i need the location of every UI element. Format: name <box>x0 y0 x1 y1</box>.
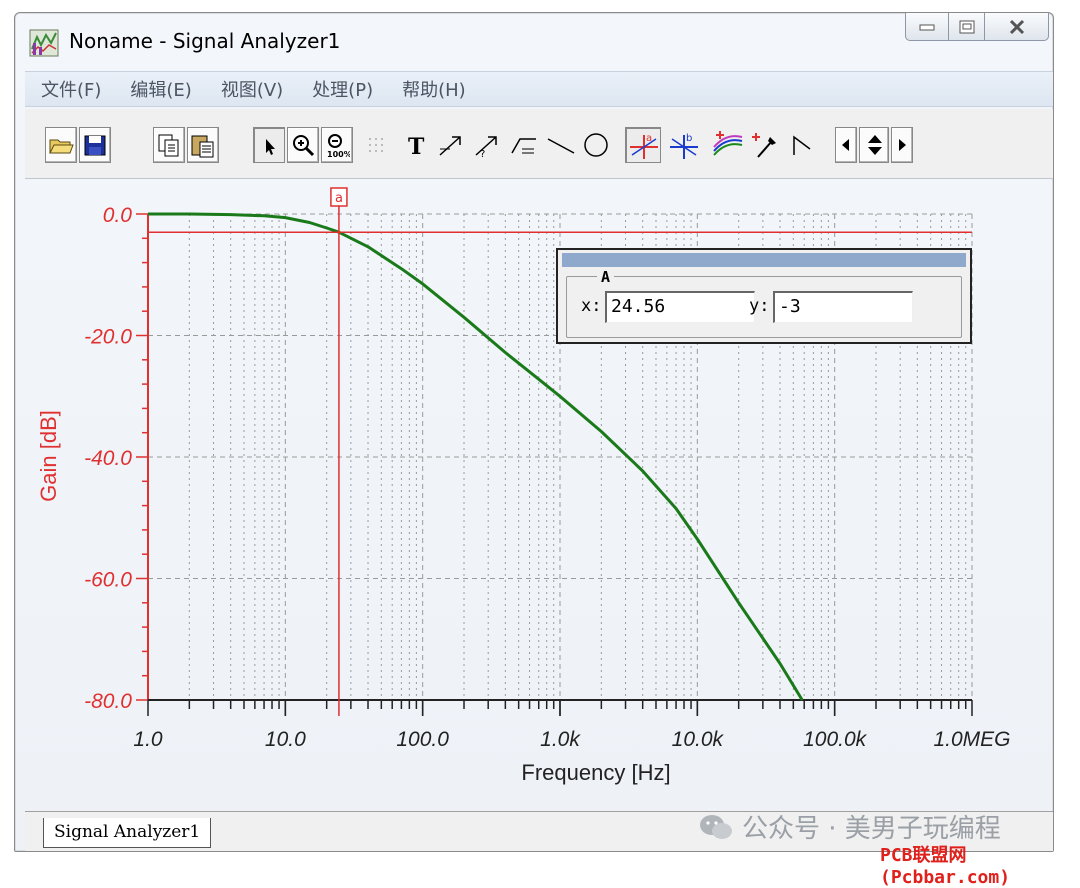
menu-bar: 文件(F) 编辑(E) 视图(V) 处理(P) 帮助(H) <box>25 71 1053 107</box>
cursor-readout-panel[interactable]: A x: 24.56 y: -3 <box>556 248 972 344</box>
close-button[interactable] <box>985 13 1049 41</box>
close-icon <box>1009 19 1024 34</box>
corner-button[interactable] <box>785 127 821 163</box>
svg-text:b: b <box>686 133 692 144</box>
x-value-label: x: <box>581 296 602 316</box>
add-curve-button[interactable] <box>709 127 745 163</box>
svg-text:a: a <box>646 133 652 144</box>
paste-icon <box>191 135 214 158</box>
scroll-right-icon <box>899 139 906 151</box>
zoom-100-icon: 100% <box>327 134 350 159</box>
signal-analyzer-icon <box>29 29 59 57</box>
tab-signal-analyzer[interactable]: Signal Analyzer1 <box>43 818 212 848</box>
menu-view[interactable]: 视图(V) <box>205 76 296 102</box>
circle-icon <box>584 133 608 157</box>
cursor-b-icon: b <box>670 133 698 159</box>
line-button[interactable] <box>543 127 575 163</box>
menu-file[interactable]: 文件(F) <box>25 76 114 102</box>
cursor-a-icon: a <box>630 133 658 159</box>
maximize-icon <box>959 20 974 33</box>
menu-process[interactable]: 处理(P) <box>296 76 386 102</box>
text-icon: T <box>408 134 425 159</box>
add-marker-icon <box>752 133 776 158</box>
minimize-button[interactable] <box>905 13 949 41</box>
pointer-button[interactable] <box>253 127 285 163</box>
save-icon <box>84 135 106 156</box>
watermark-text: 公众号 · 美男子玩编程 <box>742 814 1001 844</box>
cursor-group-label: A <box>597 268 615 286</box>
open-button[interactable] <box>45 127 77 163</box>
pointer-icon <box>266 139 275 155</box>
paste-button[interactable] <box>187 127 219 163</box>
zoom-in-icon <box>293 135 315 157</box>
svg-text:?: ? <box>480 149 485 159</box>
grid-button[interactable] <box>361 127 393 163</box>
open-folder-icon <box>49 139 74 154</box>
toolbar: 100% T ? a b <box>25 109 1053 179</box>
y-value-field[interactable]: -3 <box>773 291 913 323</box>
scroll-right-button[interactable] <box>891 127 913 163</box>
grid-icon <box>369 138 383 152</box>
x-value-field[interactable]: 24.56 <box>605 291 755 323</box>
waveform-button[interactable] <box>507 127 539 163</box>
save-button[interactable] <box>79 127 111 163</box>
menu-edit[interactable]: 编辑(E) <box>114 76 204 102</box>
minimize-icon <box>919 24 935 30</box>
scroll-left-icon <box>842 139 849 151</box>
footer-brand: PCB联盟网(Pcbbar.com) <box>880 845 1011 888</box>
circle-button[interactable] <box>579 127 611 163</box>
arrow-tool-2-button[interactable]: ? <box>471 127 503 163</box>
y-value-label: y: <box>749 296 770 316</box>
corner-icon <box>793 135 811 155</box>
arrow-tool-icon <box>439 136 461 156</box>
arrow-tool-2-icon: ? <box>475 136 497 159</box>
add-marker-button[interactable] <box>747 127 783 163</box>
text-button[interactable]: T <box>401 127 433 163</box>
cursor-panel-titlebar[interactable] <box>562 253 966 267</box>
maximize-button[interactable] <box>949 13 985 41</box>
signal-analyzer-window: Noname - Signal Analyzer1 文件(F) 编辑(E) 视图… <box>14 12 1054 852</box>
line-icon <box>547 138 575 154</box>
copy-button[interactable] <box>153 127 185 163</box>
cursor-a-group: A x: 24.56 y: -3 <box>566 268 962 338</box>
scroll-left-button[interactable] <box>835 127 857 163</box>
title-bar[interactable]: Noname - Signal Analyzer1 <box>15 13 1053 69</box>
cursor-b-button[interactable]: b <box>665 127 701 163</box>
watermark: 公众号 · 美男子玩编程 <box>698 808 1001 845</box>
wechat-icon <box>700 814 732 839</box>
cursor-a-button[interactable]: a <box>625 127 661 163</box>
window-title: Noname - Signal Analyzer1 <box>69 29 341 53</box>
arrow-tool-button[interactable] <box>435 127 467 163</box>
svg-text:T: T <box>408 134 425 159</box>
zoom-100-button[interactable]: 100% <box>321 127 353 163</box>
window-controls <box>905 13 1049 41</box>
add-curve-icon <box>713 131 743 156</box>
scroll-up-down-button[interactable] <box>859 127 889 163</box>
waveform-icon <box>511 138 536 154</box>
menu-help[interactable]: 帮助(H) <box>386 76 479 102</box>
scroll-up-down-icon <box>868 135 882 155</box>
svg-text:100%: 100% <box>327 150 350 159</box>
copy-icon <box>158 134 179 157</box>
zoom-in-button[interactable] <box>287 127 319 163</box>
